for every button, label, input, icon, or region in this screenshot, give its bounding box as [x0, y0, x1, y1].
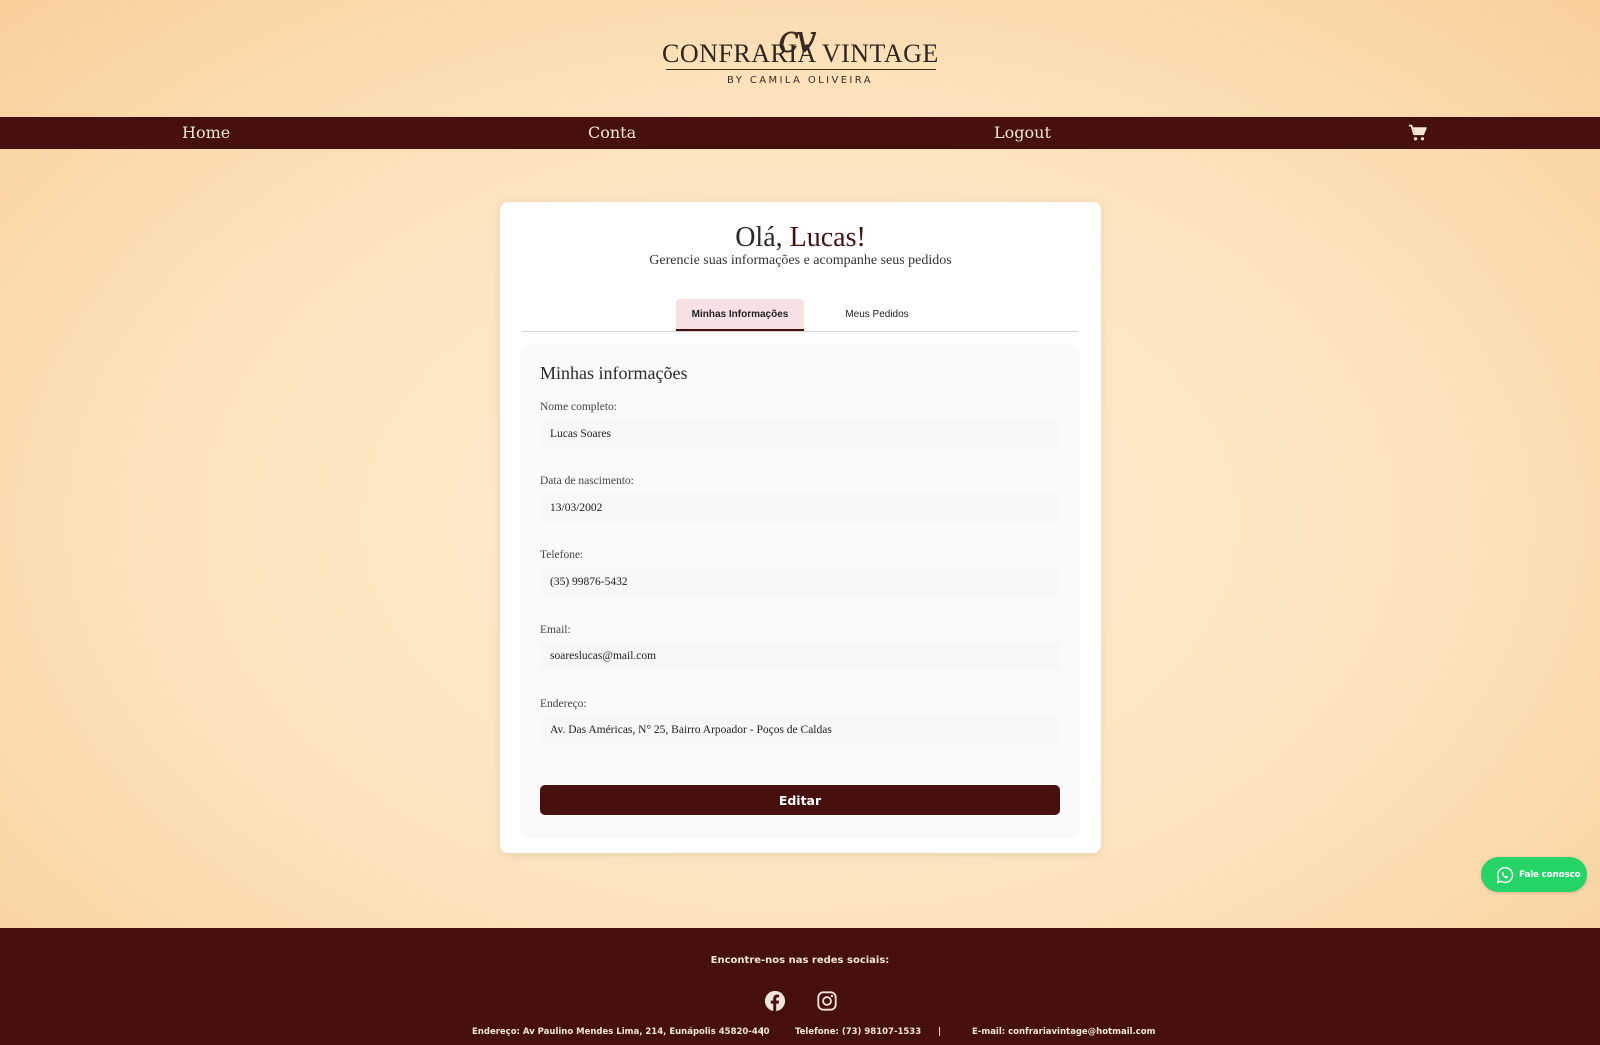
facebook-icon[interactable]	[764, 990, 786, 1012]
brand-name: CONFRARIA VINTAGE	[662, 38, 939, 68]
field-email[interactable]: soareslucas@mail.com	[540, 642, 1060, 670]
main-nav: Home Conta Logout	[0, 117, 1600, 149]
edit-button[interactable]: Editar	[540, 785, 1060, 815]
footer: Encontre-nos nas redes sociais: Endereço…	[0, 928, 1600, 1045]
field-full-name[interactable]: Lucas Soares	[540, 420, 1060, 448]
field-label-name: Nome completo:	[540, 401, 617, 413]
field-address[interactable]: Av. Das Américas, N° 25, Bairro Arpoador…	[540, 716, 1060, 744]
footer-email[interactable]: E-mail: confrariavintage@hotmail.com	[972, 1027, 1156, 1037]
brand-tagline: BY CAMILA OLIVEIRA	[727, 74, 873, 86]
tab-my-info[interactable]: Minhas Informações	[676, 299, 804, 331]
info-panel: Minhas informações Nome completo: Lucas …	[522, 344, 1078, 836]
greeting-name: Lucas!	[789, 222, 866, 253]
brand-logo[interactable]: cv CONFRARIA VINTAGE BY CAMILA OLIVEIRA	[662, 17, 939, 91]
field-label-birthdate: Data de nascimento:	[540, 475, 634, 487]
tab-my-orders[interactable]: Meus Pedidos	[812, 299, 942, 331]
greeting-prefix: Olá,	[735, 222, 790, 253]
nav-home[interactable]: Home	[182, 117, 230, 149]
footer-separator-1: |	[761, 1027, 765, 1037]
footer-address: Endereço: Av Paulino Mendes Lima, 214, E…	[472, 1027, 770, 1037]
field-phone[interactable]: (35) 99876-5432	[540, 568, 1060, 596]
profile-card: Olá, Lucas! Gerencie suas informações e …	[500, 202, 1101, 853]
footer-separator-2: |	[938, 1027, 942, 1037]
footer-phone: Telefone: (73) 98107-1533	[795, 1027, 922, 1037]
field-label-address: Endereço:	[540, 698, 587, 710]
brand-divider	[666, 68, 936, 70]
field-birthdate[interactable]: 13/03/2002	[540, 494, 1060, 522]
whatsapp-icon	[1496, 866, 1514, 883]
social-title: Encontre-nos nas redes sociais:	[710, 955, 890, 966]
instagram-icon[interactable]	[816, 990, 838, 1012]
section-title: Minhas informações	[540, 363, 688, 383]
field-label-phone: Telefone:	[540, 549, 584, 561]
page-title: Olá, Lucas!	[500, 222, 1101, 254]
header: cv CONFRARIA VINTAGE BY CAMILA OLIVEIRA	[0, 0, 1600, 117]
nav-account[interactable]: Conta	[588, 117, 636, 149]
page-subtitle: Gerencie suas informações e acompanhe se…	[649, 253, 952, 268]
shopping-cart-icon[interactable]	[1408, 124, 1428, 142]
whatsapp-label: Fale conosco	[1519, 869, 1581, 880]
field-label-email: Email:	[540, 624, 571, 636]
profile-tabs: Minhas Informações Meus Pedidos	[522, 297, 1078, 332]
nav-logout[interactable]: Logout	[994, 117, 1051, 149]
whatsapp-contact-button[interactable]: Fale conosco	[1481, 857, 1587, 892]
